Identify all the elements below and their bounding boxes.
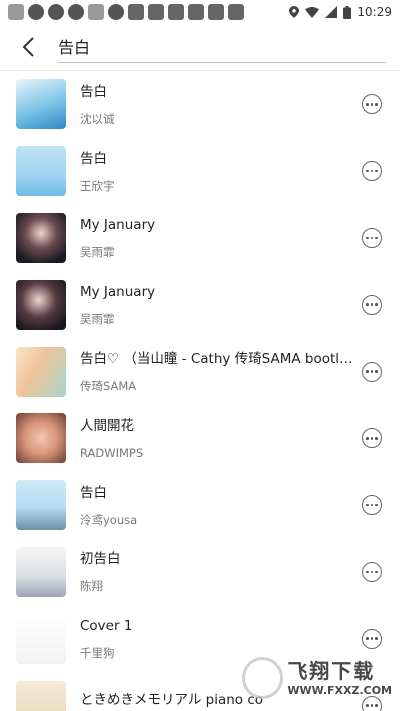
signal-icon xyxy=(325,6,338,18)
song-row[interactable]: 告白♡ （当山瞳 - Cathy 传琦SAMA bootleg） 传琦SAMA xyxy=(0,338,400,405)
watermark-logo-icon xyxy=(242,657,284,699)
more-options-button[interactable] xyxy=(362,161,382,182)
system-icons: 10:29 xyxy=(289,5,392,19)
album-art xyxy=(16,146,66,197)
clock: 10:29 xyxy=(357,5,392,19)
notification-icon xyxy=(8,4,24,20)
song-artist: 传琦SAMA xyxy=(80,379,137,394)
search-input[interactable]: 告白 xyxy=(58,31,386,63)
more-options-button[interactable] xyxy=(362,361,382,382)
watermark: 飞翔下载 WWW.FXXZ.COM xyxy=(242,651,392,705)
notification-icon xyxy=(188,4,204,20)
song-title: 告白♡ （当山瞳 - Cathy 传琦SAMA bootleg） xyxy=(80,351,354,368)
notification-icon xyxy=(28,4,44,20)
search-header: 告白 xyxy=(0,24,400,70)
notification-icon xyxy=(88,4,104,20)
watermark-name: 飞翔下载 xyxy=(287,658,376,683)
notification-icon xyxy=(168,4,184,20)
notification-icon xyxy=(208,4,224,20)
album-art xyxy=(16,613,66,664)
song-artist: 陈翔 xyxy=(80,579,103,594)
song-row[interactable]: 初告白 陈翔 xyxy=(0,539,400,606)
song-title: My January xyxy=(80,284,156,301)
song-artist: 吴雨霏 xyxy=(80,245,115,260)
watermark-url: WWW.FXXZ.COM xyxy=(287,683,392,697)
notification-icon xyxy=(148,4,164,20)
song-row[interactable]: My January 吴雨霏 xyxy=(0,205,400,272)
album-art xyxy=(16,346,66,397)
song-title: Cover 1 xyxy=(80,618,133,635)
song-title: 人間開花 xyxy=(80,417,134,434)
song-row[interactable]: My January 吴雨霏 xyxy=(0,271,400,338)
album-art xyxy=(16,480,66,531)
more-options-button[interactable] xyxy=(362,561,382,582)
notification-icon xyxy=(48,4,64,20)
album-art xyxy=(16,680,66,711)
song-title: 初告白 xyxy=(80,551,121,568)
song-artist: 泠鸢yousa xyxy=(80,512,138,527)
more-options-button[interactable] xyxy=(362,495,382,516)
search-query: 告白 xyxy=(58,37,91,57)
wifi-icon xyxy=(305,6,320,18)
notification-icons xyxy=(8,4,244,20)
album-art xyxy=(16,413,66,464)
notification-icon xyxy=(228,4,244,20)
notification-icon xyxy=(68,4,84,20)
song-artist: 王欣宇 xyxy=(80,178,115,193)
album-art xyxy=(16,546,66,597)
album-art xyxy=(16,212,66,263)
song-list: 告白 沈以诚 告白 王欣宇 My January 吴雨霏 My January 吴雨霏 … xyxy=(0,70,400,711)
more-options-button[interactable] xyxy=(362,428,382,449)
song-title: 告白 xyxy=(80,83,107,100)
song-artist: RADWIMPS xyxy=(80,445,144,460)
song-row[interactable]: 告白 沈以诚 xyxy=(0,71,400,138)
notification-icon xyxy=(128,4,144,20)
album-art xyxy=(16,79,66,130)
battery-icon xyxy=(343,5,352,19)
song-title: 告白 xyxy=(80,484,107,501)
status-bar: 10:29 xyxy=(0,0,400,24)
song-title: 告白 xyxy=(80,150,107,167)
song-artist: 吴雨霏 xyxy=(80,312,115,327)
back-arrow-icon xyxy=(22,37,34,57)
album-art xyxy=(16,279,66,330)
more-options-button[interactable] xyxy=(362,628,382,649)
song-artist: 沈以诚 xyxy=(80,111,115,126)
location-icon xyxy=(289,6,300,18)
back-button[interactable] xyxy=(14,33,42,61)
more-options-button[interactable] xyxy=(362,94,382,115)
song-row[interactable]: 告白 王欣宇 xyxy=(0,138,400,205)
notification-icon xyxy=(108,4,124,20)
song-row[interactable]: 告白泠鸢yousa xyxy=(0,472,400,539)
song-row[interactable]: 人間開花 RADWIMPS xyxy=(0,405,400,472)
more-options-button[interactable] xyxy=(362,294,382,315)
more-options-button[interactable] xyxy=(362,227,382,248)
song-title: My January xyxy=(80,217,156,234)
